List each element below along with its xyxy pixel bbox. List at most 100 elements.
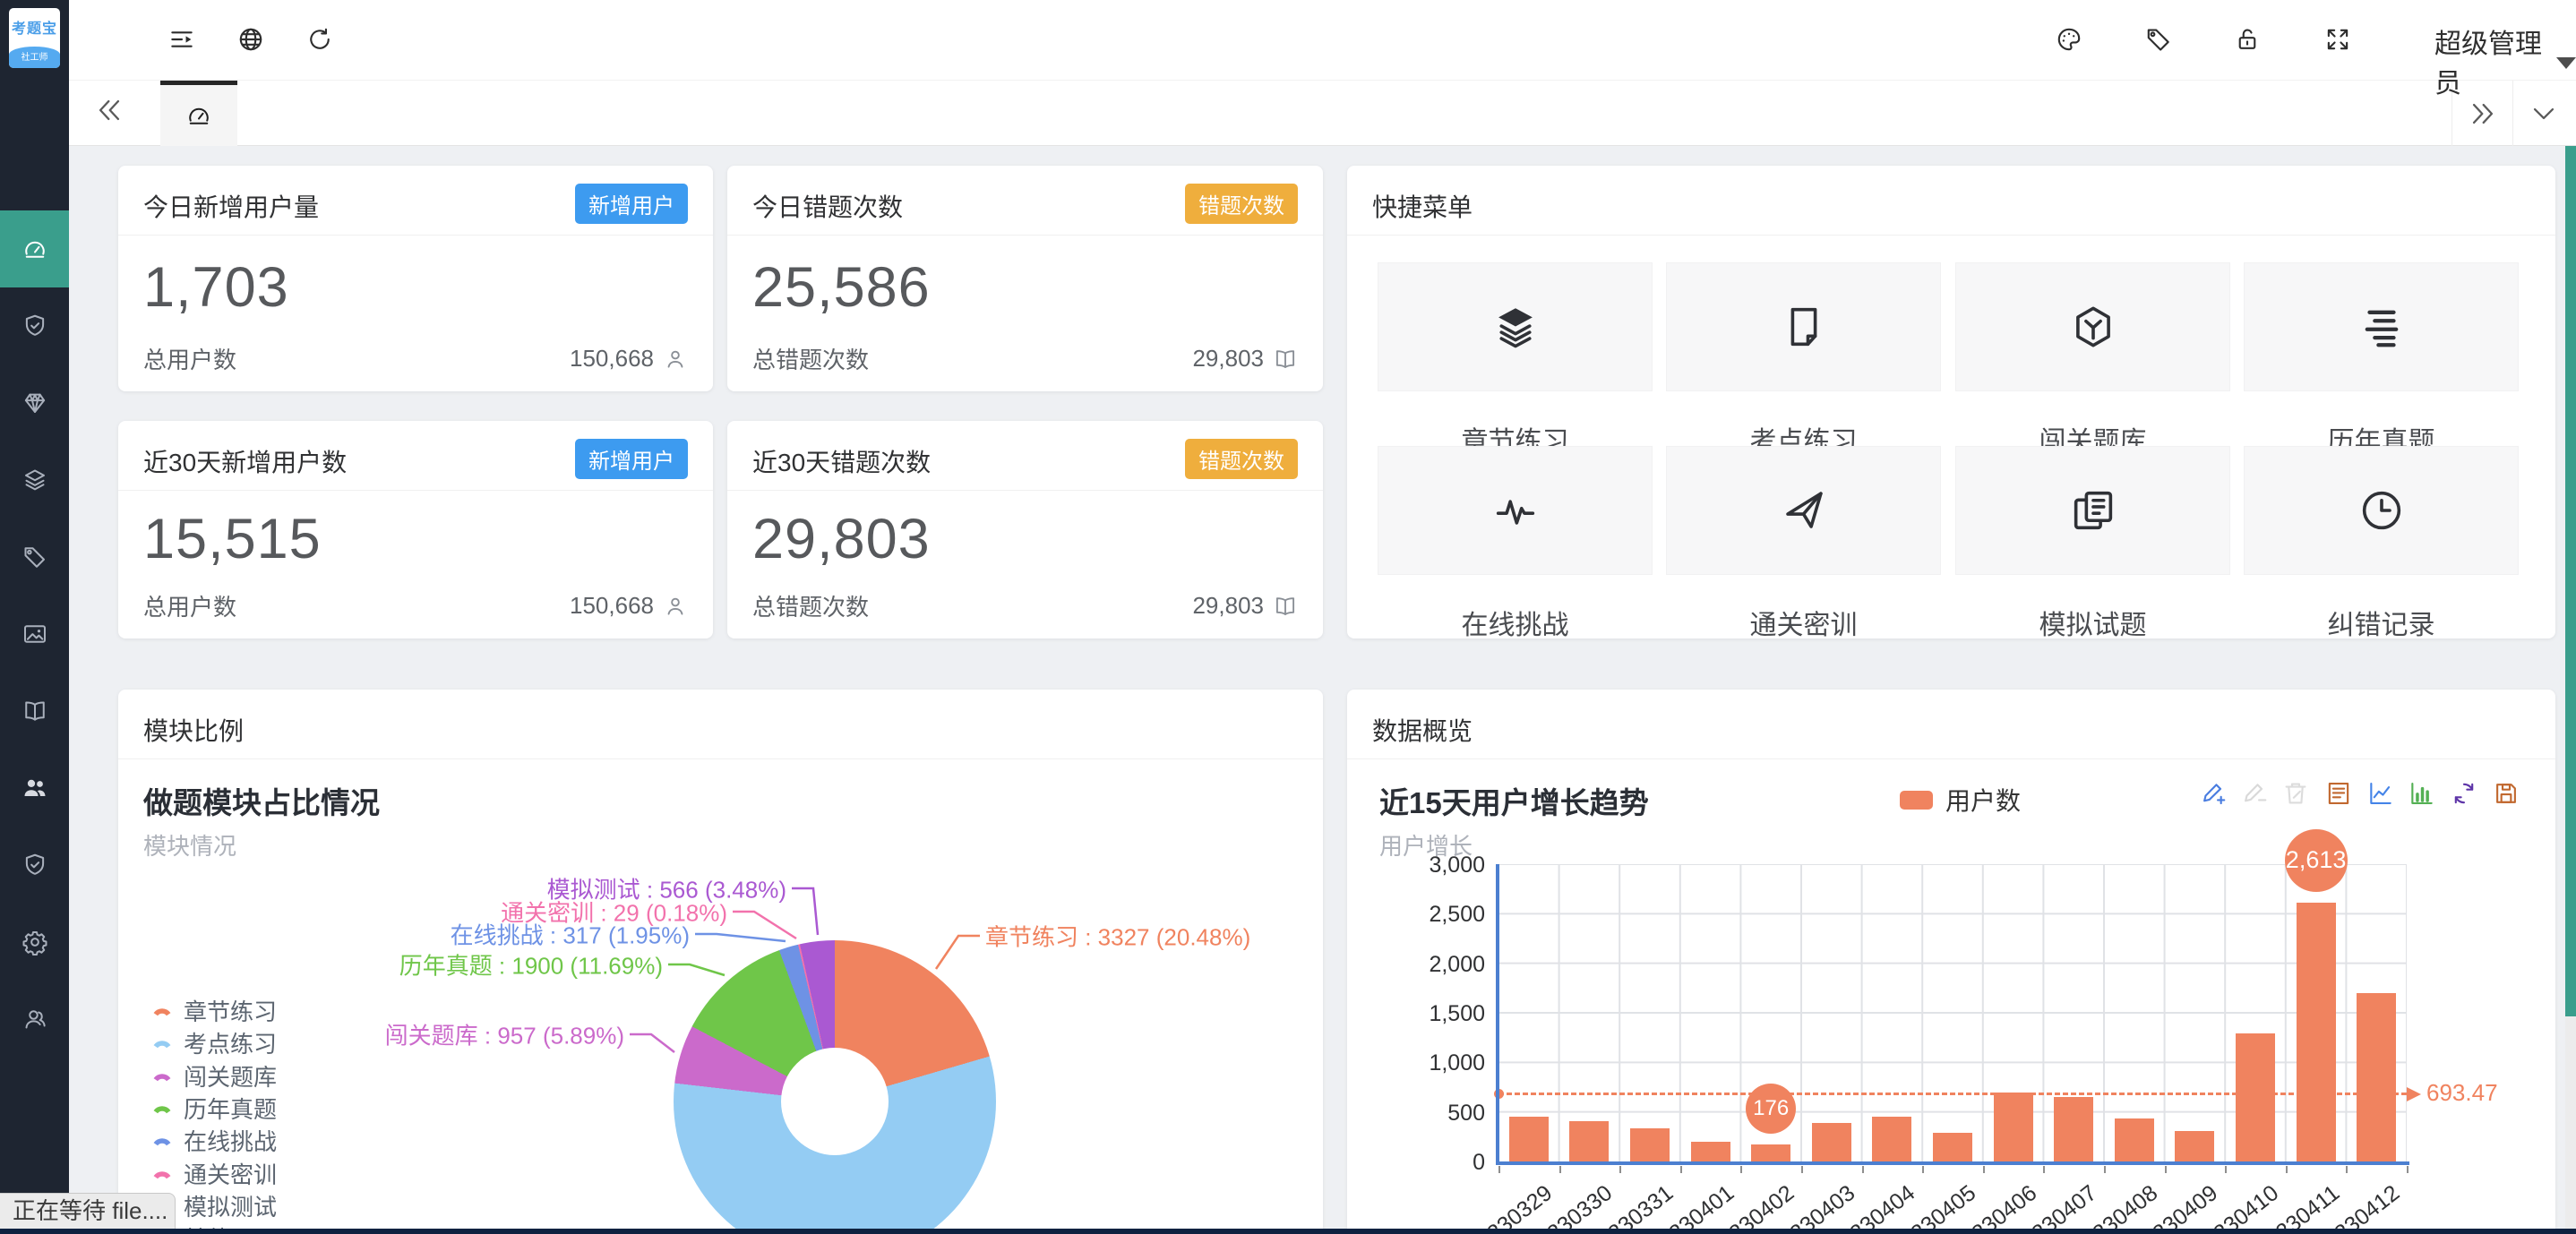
markpoint-20230402: 176 xyxy=(1746,1084,1796,1134)
stat-card-0: 今日新增用户量 新增用户 1,703 总用户数 150,668 xyxy=(118,166,713,391)
sidebar-item-settings[interactable] xyxy=(0,904,69,981)
pie-legend-label: 考点练习 xyxy=(184,1026,277,1059)
sidebar-item-question-bank[interactable] xyxy=(0,673,69,750)
x-tick xyxy=(1922,1166,1924,1173)
stat-card-footer: 总错题次数 29,803 xyxy=(752,589,1298,622)
x-tick xyxy=(1983,1166,1985,1173)
app-logo[interactable]: 考题宝 社工师 xyxy=(9,8,60,68)
toolbox-save-icon[interactable] xyxy=(2492,779,2522,810)
x-axis-line xyxy=(1496,1161,2409,1165)
quick-menu-item-0[interactable] xyxy=(1378,262,1653,391)
file-icon xyxy=(1780,303,1828,351)
pie-legend-在线挑战[interactable]: 在线挑战 xyxy=(151,1124,277,1157)
user-role-label: 超级管理员 xyxy=(2434,21,2546,100)
fullscreen-button[interactable] xyxy=(2323,25,2356,57)
book-open-icon xyxy=(1273,594,1298,619)
stat-card-badge: 错题次数 xyxy=(1185,439,1298,479)
quick-menu-item-1[interactable] xyxy=(1666,262,1941,391)
pie-legend-章节练习[interactable]: 章节练习 xyxy=(151,994,277,1027)
clock-icon xyxy=(2357,486,2406,535)
globe-button[interactable] xyxy=(236,25,269,57)
palette-button[interactable] xyxy=(2055,25,2087,57)
sidebar-item-practice-shield[interactable] xyxy=(0,287,69,364)
layers-solid-icon xyxy=(1491,303,1540,351)
pie-legend-闯关题库[interactable]: 闯关题库 xyxy=(151,1059,277,1093)
sidebar-item-audit[interactable] xyxy=(0,827,69,904)
toolbox-trash-icon[interactable] xyxy=(2281,779,2312,810)
shield-check-icon xyxy=(21,313,48,339)
x-tick xyxy=(2346,1166,2348,1173)
y-tick-label: 1,500 xyxy=(1422,1001,1485,1027)
quick-menu-label: 模拟试题 xyxy=(1955,603,2230,642)
pie-legend-label: 模拟测试 xyxy=(184,1189,277,1222)
sidebar-item-chapters[interactable] xyxy=(0,441,69,518)
pie-legend-marker-icon xyxy=(151,1132,173,1149)
sidebar-item-tags[interactable] xyxy=(0,518,69,596)
x-tick xyxy=(1619,1166,1621,1173)
quick-menu-item-6[interactable] xyxy=(1955,446,2230,575)
y-tick-label: 0 xyxy=(1422,1150,1485,1176)
gem-icon xyxy=(21,390,48,416)
toolbox-edit-remove-icon[interactable] xyxy=(2240,779,2271,810)
person-icon xyxy=(663,347,688,372)
sidebar-item-users[interactable] xyxy=(0,750,69,827)
top-header: 超级管理员 xyxy=(69,0,2576,81)
user-icon xyxy=(21,1006,48,1033)
quick-menu-title: 快捷菜单 xyxy=(1372,188,1473,224)
stat-footer-label: 总用户数 xyxy=(143,342,236,375)
tag-icon xyxy=(21,544,48,570)
toolbox-restore-icon[interactable] xyxy=(2450,779,2480,810)
pie-callout-模拟测试: 模拟测试 : 566 (3.48%) xyxy=(547,872,786,905)
markpoint-20230411: 2,613 xyxy=(2285,829,2348,892)
tag-button[interactable] xyxy=(2144,25,2177,57)
quick-menu-card: 快捷菜单 章节练习 考点练习 闯关题库 历年真题 在线挑战 通关密训 模拟试题 … xyxy=(1347,166,2555,638)
x-tick xyxy=(1680,1166,1682,1173)
quick-menu-item-4[interactable] xyxy=(1378,446,1653,575)
stat-card-footer: 总用户数 150,668 xyxy=(143,342,688,375)
x-tick xyxy=(2165,1166,2167,1173)
quick-menu-item-5[interactable] xyxy=(1666,446,1941,575)
bar-20230402 xyxy=(1751,1144,1790,1161)
stat-card-title: 近30天新增用户数 xyxy=(143,443,347,479)
gear-icon xyxy=(21,929,48,955)
module-card-title: 模块比例 xyxy=(143,712,244,748)
module-ratio-card: 模块比例 做题模块占比情况 模块情况 章节练习 : 3327 (20.48%)闯… xyxy=(118,690,1323,1234)
lock-open-button[interactable] xyxy=(2233,25,2265,57)
bar-20230409 xyxy=(2175,1131,2214,1161)
pie-legend-历年真题[interactable]: 历年真题 xyxy=(151,1092,277,1125)
stat-footer-value: 29,803 xyxy=(1192,592,1264,620)
user-dropdown[interactable]: 超级管理员 xyxy=(2434,21,2576,100)
logo-title: 考题宝 xyxy=(9,16,60,38)
pie-legend-label: 闯关题库 xyxy=(184,1059,277,1093)
toolbox-data-view-icon[interactable] xyxy=(2324,779,2355,810)
sidebar-item-dashboard[interactable] xyxy=(0,210,69,287)
cube-icon xyxy=(2069,303,2117,351)
logo-band: 社工师 xyxy=(9,47,60,68)
scrollbar-thumb[interactable] xyxy=(2565,146,2576,1016)
stat-card-title: 近30天错题次数 xyxy=(752,443,931,479)
tab-dashboard[interactable] xyxy=(160,81,237,146)
align-lines-icon xyxy=(2357,303,2406,351)
paper-plane-icon xyxy=(1780,486,1828,535)
toolbox-edit-add-icon[interactable] xyxy=(2199,779,2229,810)
donut-hole xyxy=(781,1048,889,1155)
sidebar-item-accounts[interactable] xyxy=(0,981,69,1058)
refresh-button[interactable] xyxy=(305,25,338,57)
toolbox-bar-chart-icon[interactable] xyxy=(2408,779,2438,810)
quick-menu-item-2[interactable] xyxy=(1955,262,2230,391)
legend-item-users[interactable]: 用户数 xyxy=(1900,782,2021,818)
stat-footer-value: 29,803 xyxy=(1192,345,1264,373)
x-tick xyxy=(2043,1166,2045,1173)
pie-legend-label: 章节练习 xyxy=(184,994,277,1027)
menu-fold-button[interactable] xyxy=(167,25,200,57)
toolbox-line-chart-icon[interactable] xyxy=(2366,779,2397,810)
quick-menu-item-3[interactable] xyxy=(2244,262,2519,391)
sidebar-item-banners[interactable] xyxy=(0,596,69,673)
quick-menu-item-7[interactable] xyxy=(2244,446,2519,575)
gauge-icon xyxy=(21,236,48,262)
pie-legend-通关密训[interactable]: 通关密训 xyxy=(151,1157,277,1190)
chevrons-left-icon[interactable] xyxy=(94,95,130,131)
bar-20230403 xyxy=(1812,1123,1851,1161)
sidebar-item-membership[interactable] xyxy=(0,364,69,441)
pie-legend-考点练习[interactable]: 考点练习 xyxy=(151,1026,277,1059)
